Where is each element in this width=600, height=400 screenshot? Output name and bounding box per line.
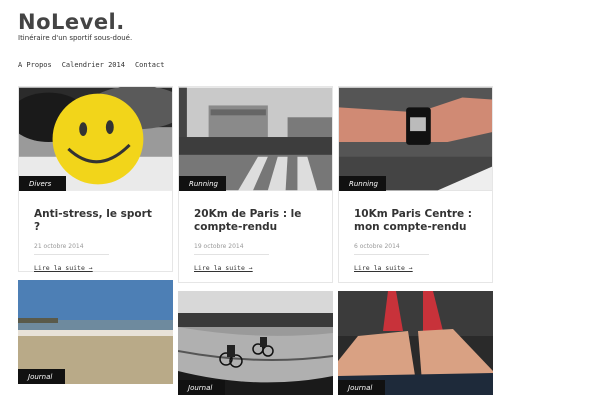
category-badge[interactable]: Journal — [18, 369, 65, 384]
post-card: Journal — [178, 291, 333, 400]
post-thumbnail[interactable]: Running — [179, 87, 332, 191]
post-card: Running 10Km Paris Centre : mon compte-r… — [338, 86, 493, 283]
site-description: Itinéraire d'un sportif sous-doué. — [18, 34, 133, 42]
post-date: 21 octobre 2014 — [34, 243, 109, 255]
main-nav: A Propos Calendrier 2014 Contact — [18, 61, 164, 69]
post-title[interactable]: 10Km Paris Centre : mon compte-rendu — [354, 208, 477, 234]
nav-item-a-propos[interactable]: A Propos — [18, 61, 52, 69]
post-thumbnail[interactable]: Running — [339, 87, 492, 191]
post-card: Journal — [18, 280, 173, 400]
nav-item-contact[interactable]: Contact — [135, 61, 165, 69]
category-badge[interactable]: Divers — [19, 176, 66, 191]
read-more-link[interactable]: Lire la suite → — [194, 264, 253, 272]
post-thumbnail[interactable]: Journal — [178, 291, 333, 395]
nav-item-calendrier[interactable]: Calendrier 2014 — [62, 61, 125, 69]
category-badge[interactable]: Running — [179, 176, 226, 191]
category-badge[interactable]: Journal — [338, 380, 385, 395]
post-date: 6 octobre 2014 — [354, 243, 429, 255]
category-badge[interactable]: Running — [339, 176, 386, 191]
site-title[interactable]: NoLevel. — [18, 10, 125, 34]
post-thumbnail[interactable]: Divers — [19, 87, 172, 191]
post-card: Divers Anti-stress, le sport ? 21 octobr… — [18, 86, 173, 272]
post-date: 19 octobre 2014 — [194, 243, 269, 255]
read-more-link[interactable]: Lire la suite → — [34, 264, 93, 272]
post-title[interactable]: 20Km de Paris : le compte-rendu — [194, 208, 317, 234]
post-thumbnail[interactable]: Journal — [18, 280, 173, 384]
post-title[interactable]: Anti-stress, le sport ? — [34, 208, 157, 234]
read-more-link[interactable]: Lire la suite → — [354, 264, 413, 272]
post-thumbnail[interactable]: Journal — [338, 291, 493, 395]
post-card: Journal — [338, 291, 493, 400]
post-card: Running 20Km de Paris : le compte-rendu … — [178, 86, 333, 283]
category-badge[interactable]: Journal — [178, 380, 225, 395]
